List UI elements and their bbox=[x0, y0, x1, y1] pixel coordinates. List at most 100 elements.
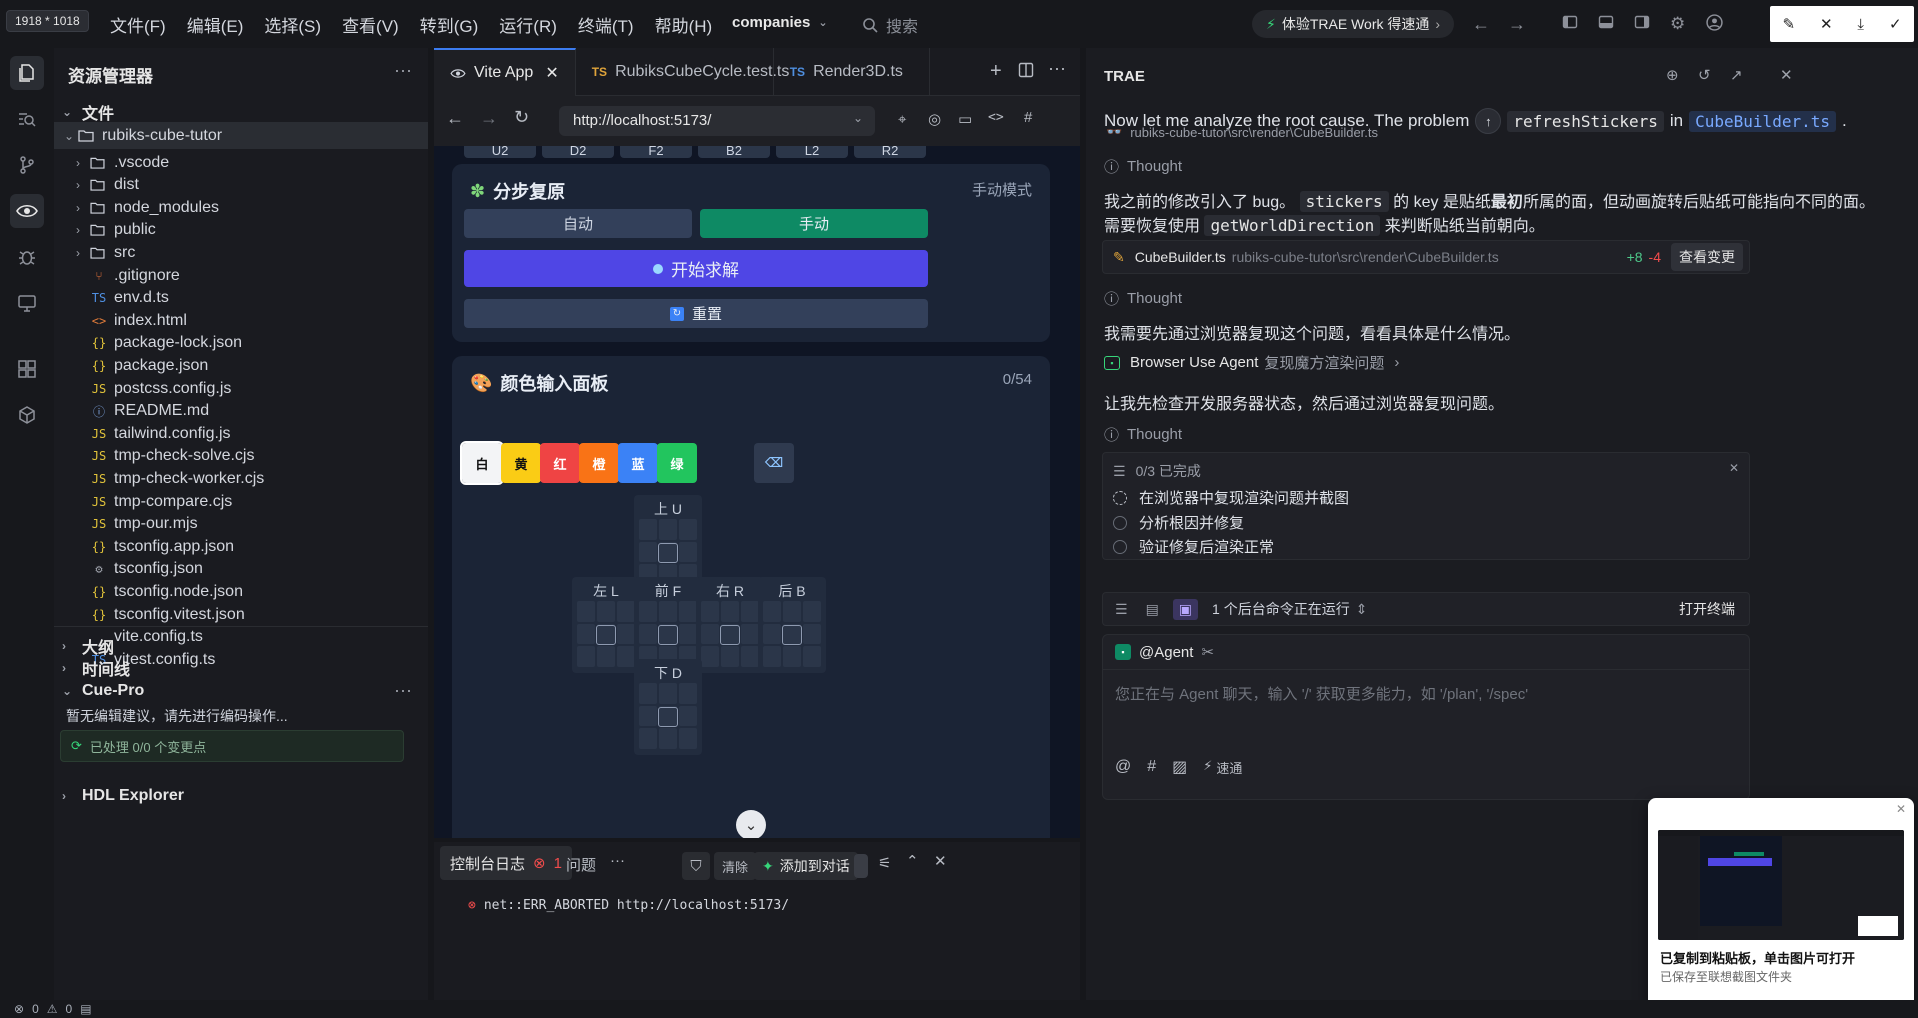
sticker-cell[interactable] bbox=[803, 646, 821, 667]
reset-button[interactable]: ↻ 重置 bbox=[464, 299, 928, 328]
sticker-cell[interactable] bbox=[741, 646, 759, 667]
sticker-cell[interactable] bbox=[721, 646, 739, 667]
view-changes-button[interactable]: 查看变更 bbox=[1671, 243, 1743, 271]
sticker-cell[interactable] bbox=[679, 519, 697, 540]
hash-icon[interactable]: # bbox=[1024, 109, 1032, 126]
history-icon[interactable]: ↺ bbox=[1698, 66, 1711, 84]
menu-goto[interactable]: 转到(G) bbox=[420, 12, 479, 37]
move-button[interactable]: F2 bbox=[620, 146, 692, 158]
center-sticker[interactable] bbox=[658, 707, 678, 727]
sticker-cell[interactable] bbox=[577, 646, 595, 667]
sticker-cell[interactable] bbox=[763, 601, 781, 622]
settings-gear-icon[interactable]: ⚙ bbox=[1670, 14, 1690, 34]
toggle-left-panel-icon[interactable] bbox=[1562, 14, 1582, 34]
edit-icon[interactable]: ✎ bbox=[1782, 15, 1795, 33]
filter-icon[interactable]: ⛉ bbox=[682, 852, 710, 880]
console-log-tab[interactable]: 控制台日志 ⊗ 1 bbox=[440, 846, 572, 880]
files-section-header[interactable]: ⌄ 文件 bbox=[62, 100, 114, 124]
document-icon[interactable]: ▤ bbox=[1146, 601, 1159, 618]
sticker-cell[interactable] bbox=[597, 601, 615, 622]
auto-button[interactable]: 自动 bbox=[464, 209, 692, 238]
center-sticker[interactable] bbox=[596, 625, 616, 645]
new-tab-plus-icon[interactable]: + bbox=[990, 60, 1002, 83]
preview-eye-icon[interactable] bbox=[10, 194, 44, 228]
new-chat-icon[interactable]: ⊕ bbox=[1666, 66, 1679, 84]
menu-select[interactable]: 选择(S) bbox=[264, 12, 321, 37]
problems-tab[interactable]: 问题 bbox=[566, 854, 596, 875]
settings-sliders-icon[interactable]: ⚟ bbox=[878, 854, 891, 872]
nav-forward-icon[interactable]: → bbox=[480, 108, 498, 129]
thought-1[interactable]: ⓘ Thought bbox=[1104, 156, 1182, 177]
sticker-cell[interactable] bbox=[659, 728, 677, 749]
extensions-grid-icon[interactable] bbox=[10, 352, 44, 386]
center-sticker[interactable] bbox=[658, 625, 678, 645]
promo-pill[interactable]: ⚡ 体验TRAE Work 得速通 › bbox=[1252, 10, 1455, 38]
file-change-card[interactable]: ✎ CubeBuilder.ts rubiks-cube-tutor\src\r… bbox=[1102, 240, 1750, 274]
sticker-cell[interactable] bbox=[659, 683, 677, 704]
checklist-icon[interactable]: ☰ bbox=[1115, 601, 1128, 618]
search-activity-icon[interactable] bbox=[10, 102, 44, 136]
sticker-cell[interactable] bbox=[721, 601, 739, 622]
timeline-section[interactable]: › 时间线 bbox=[62, 656, 130, 680]
manual-button[interactable]: 手动 bbox=[700, 209, 928, 238]
sticker-cell[interactable] bbox=[639, 705, 657, 727]
collapse-icon[interactable]: ✕ bbox=[1729, 461, 1739, 475]
tree-root-folder[interactable]: ⌄ rubiks-cube-tutor bbox=[54, 122, 428, 149]
close-icon[interactable]: ✕ bbox=[934, 852, 947, 870]
sticker-cell[interactable] bbox=[597, 646, 615, 667]
compass-icon[interactable]: ◎ bbox=[928, 110, 941, 128]
command-search[interactable]: 搜索 bbox=[862, 13, 918, 37]
todo-header[interactable]: ☰ 0/3 已完成 bbox=[1113, 461, 1201, 481]
menu-run[interactable]: 运行(R) bbox=[499, 12, 557, 37]
menu-help[interactable]: 帮助(H) bbox=[655, 12, 713, 37]
nav-back-icon[interactable]: ← bbox=[446, 108, 464, 129]
cube-model-icon[interactable] bbox=[10, 398, 44, 432]
center-sticker[interactable] bbox=[782, 625, 802, 645]
chat-input-box[interactable]: ▪ @Agent ✂ 您正在与 Agent 聊天，输入 '/' 获取更多能力，如… bbox=[1102, 634, 1750, 800]
sticker-cell[interactable] bbox=[701, 601, 719, 622]
color-swatch[interactable]: 白 bbox=[460, 441, 504, 485]
open-external-icon[interactable]: ↗ bbox=[1730, 66, 1743, 84]
sticker-cell[interactable] bbox=[783, 646, 801, 667]
code-icon[interactable]: <> bbox=[988, 110, 1004, 125]
sticker-cell[interactable] bbox=[639, 623, 657, 645]
sticker-cell[interactable] bbox=[617, 646, 635, 667]
warning-icon[interactable]: ⚠ bbox=[47, 1002, 58, 1016]
element-picker-icon[interactable]: ⌖ bbox=[898, 111, 906, 128]
toggle-bottom-panel-icon[interactable] bbox=[1598, 14, 1618, 34]
sticker-cell[interactable] bbox=[741, 601, 759, 622]
more-options-icon[interactable]: ··· bbox=[394, 680, 412, 701]
chat-input-placeholder[interactable]: 您正在与 Agent 聊天，输入 '/' 获取更多能力，如 '/plan', '… bbox=[1115, 683, 1528, 704]
move-button[interactable]: R2 bbox=[854, 146, 926, 158]
chevron-up-icon[interactable]: ⌃ bbox=[906, 852, 919, 870]
color-swatch[interactable]: 橙 bbox=[579, 443, 619, 483]
hdl-explorer-section[interactable]: › HDL Explorer bbox=[62, 787, 184, 805]
sticker-cell[interactable] bbox=[659, 519, 677, 540]
sticker-cell[interactable] bbox=[679, 541, 697, 563]
sticker-cell[interactable] bbox=[701, 646, 719, 667]
sticker-cell[interactable] bbox=[783, 601, 801, 622]
remote-screen-icon[interactable] bbox=[10, 286, 44, 320]
menu-file[interactable]: 文件(F) bbox=[110, 12, 166, 37]
menu-edit[interactable]: 编辑(E) bbox=[187, 12, 244, 37]
speed-mode-toggle[interactable]: ⚡ 速通 bbox=[1203, 758, 1242, 777]
explorer-activity-icon[interactable] bbox=[10, 56, 44, 90]
sticker-cell[interactable] bbox=[577, 623, 595, 645]
clear-button[interactable]: 清除 bbox=[714, 852, 757, 880]
sticker-cell[interactable] bbox=[639, 519, 657, 540]
sticker-cell[interactable] bbox=[639, 683, 657, 704]
sticker-cell[interactable] bbox=[679, 623, 697, 645]
sticker-cell[interactable] bbox=[741, 623, 759, 645]
center-sticker[interactable] bbox=[658, 543, 678, 563]
move-button[interactable]: B2 bbox=[698, 146, 770, 158]
screenshot-toast[interactable]: ✕ 已复制到粘贴板，单击图片可打开 已保存至联想截图文件夹 bbox=[1648, 798, 1914, 1008]
more-options-icon[interactable]: ··· bbox=[1048, 58, 1066, 79]
close-icon[interactable]: ✕ bbox=[1780, 66, 1793, 84]
back-arrow-icon[interactable]: ← bbox=[1472, 14, 1492, 34]
sticker-cell[interactable] bbox=[639, 601, 657, 622]
device-toolbar-icon[interactable]: ▭ bbox=[958, 110, 972, 128]
color-swatch[interactable]: 蓝 bbox=[618, 443, 658, 483]
move-button[interactable]: L2 bbox=[776, 146, 848, 158]
sticker-cell[interactable] bbox=[617, 601, 635, 622]
sticker-cell[interactable] bbox=[659, 601, 677, 622]
